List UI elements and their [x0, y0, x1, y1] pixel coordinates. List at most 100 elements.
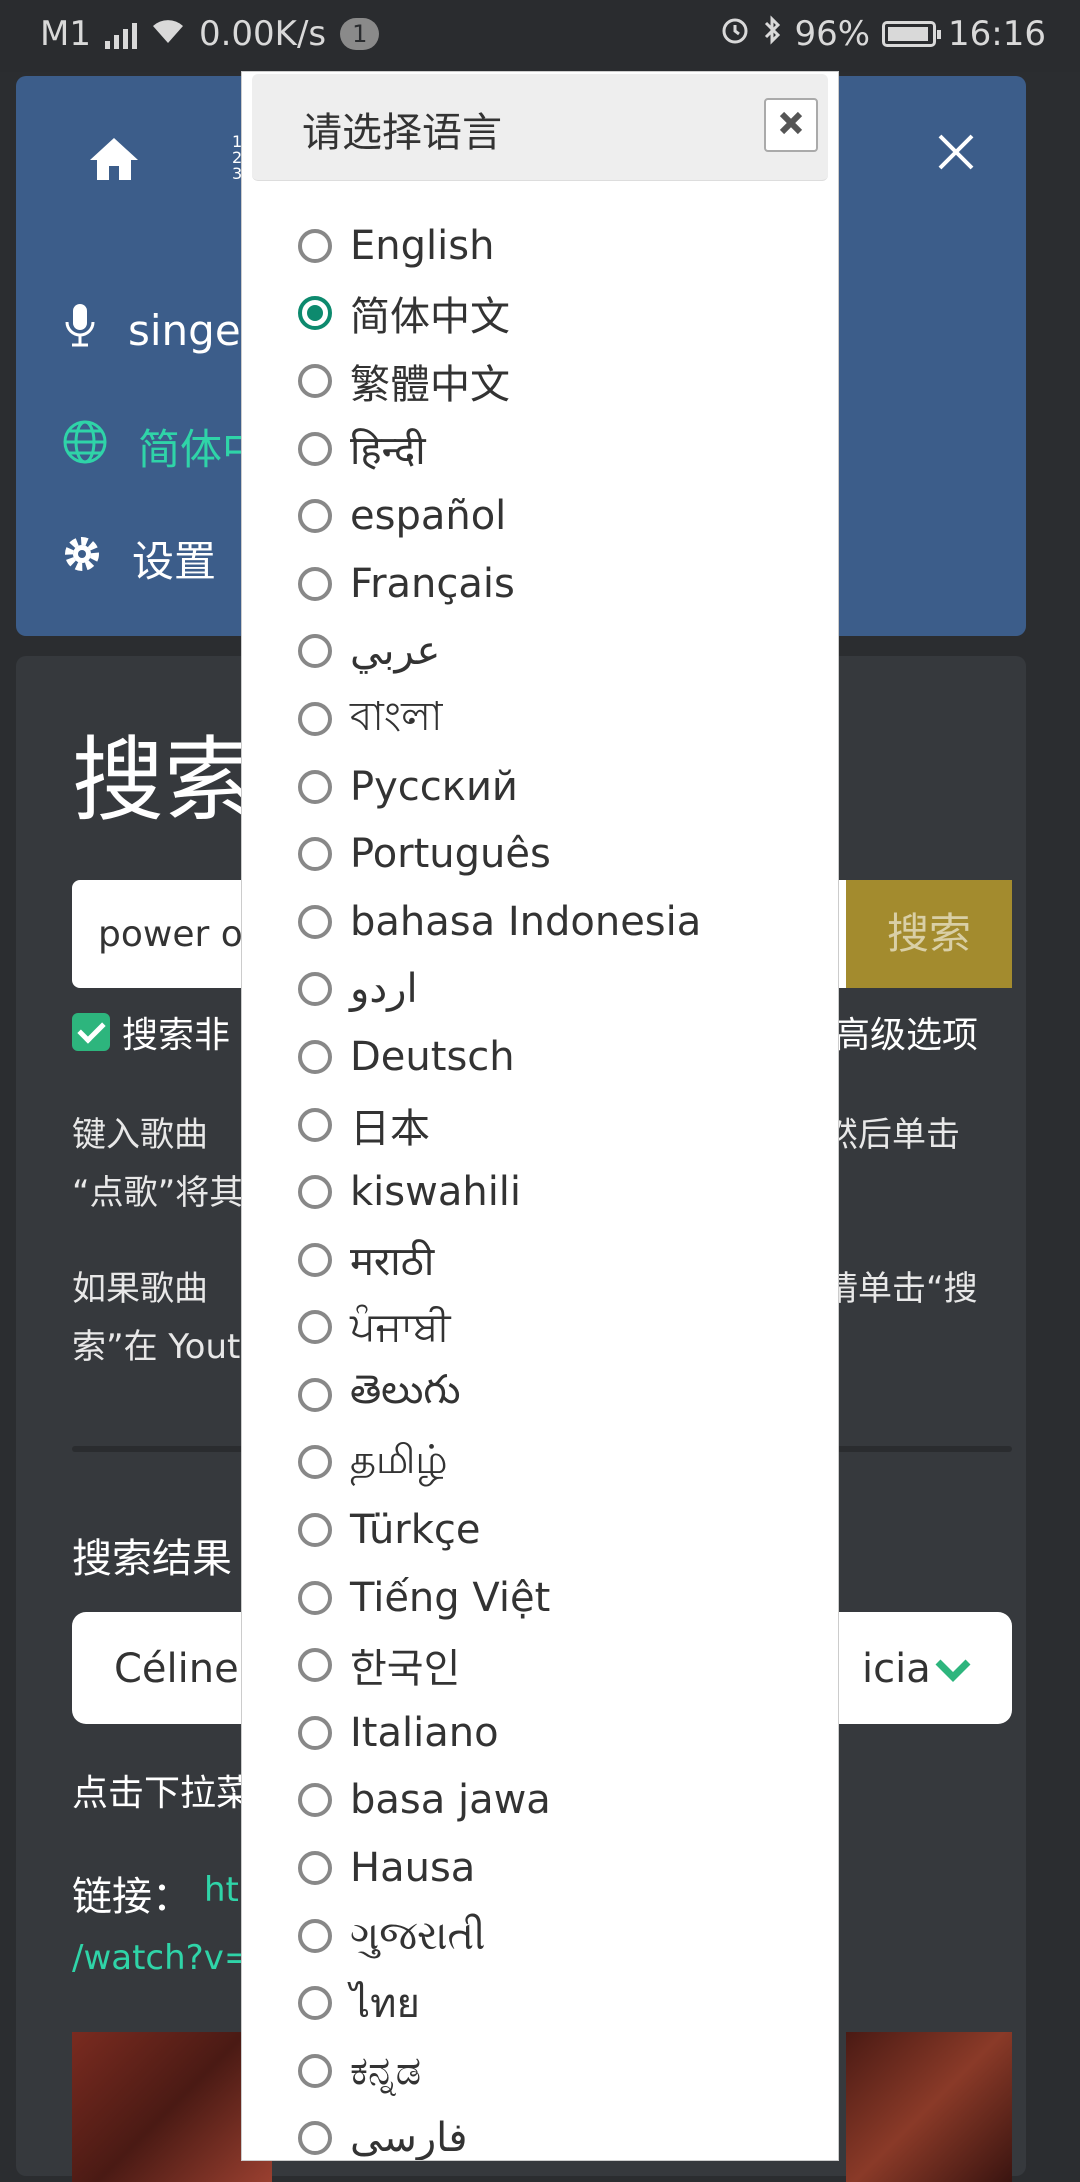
language-option[interactable]: 日本: [298, 1091, 701, 1159]
results-selected-text: Céline: [114, 1646, 239, 1692]
home-icon[interactable]: [88, 136, 140, 186]
language-radio[interactable]: [298, 837, 332, 872]
instruction-line: 如果歌曲: [72, 1269, 208, 1309]
language-radio[interactable]: [298, 1513, 332, 1548]
microphone-icon: [62, 302, 98, 358]
search-button[interactable]: 搜索: [846, 880, 1012, 988]
language-label: Türkçe: [350, 1507, 481, 1554]
language-option[interactable]: kiswahili: [298, 1158, 701, 1226]
language-radio[interactable]: [298, 972, 332, 1007]
instruction-line: “点歌”将其: [72, 1173, 244, 1213]
chevron-down-icon: [934, 1648, 972, 1694]
close-icon: [778, 110, 804, 140]
language-radio[interactable]: [298, 431, 332, 466]
language-option[interactable]: தமிழ்: [298, 1429, 701, 1497]
language-radio[interactable]: [298, 363, 332, 398]
language-option[interactable]: 繁體中文: [298, 347, 701, 415]
language-radio[interactable]: [298, 904, 332, 939]
language-option[interactable]: bahasa Indonesia: [298, 888, 701, 956]
language-radio[interactable]: [298, 1445, 332, 1480]
language-option[interactable]: 한국인: [298, 1631, 701, 1699]
search-checkbox[interactable]: [72, 1013, 110, 1051]
language-label: Hausa: [350, 1845, 476, 1892]
checkbox-label: 搜索非: [122, 1015, 231, 1056]
language-radio[interactable]: [298, 1107, 332, 1142]
language-option[interactable]: Português: [298, 820, 701, 888]
language-radio[interactable]: [298, 296, 332, 331]
language-option[interactable]: basa jawa: [298, 1767, 701, 1835]
language-radio[interactable]: [298, 1242, 332, 1277]
numbered-list-icon[interactable]: 123: [232, 134, 242, 182]
instruction-line: 键入歌曲: [72, 1115, 208, 1155]
language-label: Русский: [350, 763, 518, 810]
language-option[interactable]: ไทย: [298, 1969, 701, 2037]
language-option[interactable]: Русский: [298, 753, 701, 821]
status-bar: M1 0.00K/s 1 96% 16:16: [0, 0, 1080, 72]
language-label: ਪੰਜਾਬੀ: [350, 1304, 451, 1351]
language-option[interactable]: 简体中文: [298, 280, 701, 348]
language-label: తెలుగు: [350, 1366, 461, 1413]
alarm-icon: [720, 14, 750, 54]
language-radio[interactable]: [298, 1580, 332, 1615]
language-label: اردو: [350, 966, 418, 1013]
status-bar-right: 96% 16:16: [720, 14, 1046, 54]
language-radio[interactable]: [298, 701, 332, 736]
language-option[interactable]: Türkçe: [298, 1496, 701, 1564]
language-option[interactable]: Italiano: [298, 1699, 701, 1767]
language-option[interactable]: English: [298, 212, 701, 280]
language-option[interactable]: ਪੰਜਾਬੀ: [298, 1294, 701, 1362]
language-radio[interactable]: [298, 1039, 332, 1074]
language-option[interactable]: فارسی: [298, 2105, 701, 2160]
hint-text: 点击下拉菜: [72, 1773, 253, 1814]
language-radio[interactable]: [298, 1851, 332, 1886]
language-option[interactable]: Français: [298, 550, 701, 618]
language-radio[interactable]: [298, 228, 332, 263]
language-radio[interactable]: [298, 1783, 332, 1818]
nav-item-language[interactable]: 简体中: [62, 416, 264, 477]
close-icon[interactable]: [936, 132, 976, 176]
language-radio[interactable]: [298, 1986, 332, 2021]
language-radio[interactable]: [298, 1310, 332, 1345]
language-label: ગુજરાતી: [350, 1912, 486, 1959]
language-list: English 简体中文 繁體中文 हिन्दी español Français عربي…: [298, 212, 701, 2160]
video-link[interactable]: ht: [204, 1870, 239, 1910]
language-option[interactable]: español: [298, 482, 701, 550]
language-radio[interactable]: [298, 1918, 332, 1953]
language-option[interactable]: اردو: [298, 956, 701, 1024]
language-option[interactable]: ગુજરાતી: [298, 1902, 701, 1970]
instruction-line: 请单击“搜: [824, 1269, 978, 1309]
language-radio[interactable]: [298, 1715, 332, 1750]
language-radio[interactable]: [298, 1175, 332, 1210]
language-label: فارسی: [350, 2115, 468, 2160]
dialog-close-button[interactable]: [764, 98, 818, 152]
nav-item-singer[interactable]: singer: [62, 302, 258, 358]
language-option[interactable]: हिन्दी: [298, 415, 701, 483]
language-radio[interactable]: [298, 769, 332, 804]
language-radio[interactable]: [298, 1377, 332, 1412]
language-radio[interactable]: [298, 634, 332, 669]
language-label: español: [350, 493, 507, 540]
notification-badge: 1: [340, 18, 380, 50]
language-option[interactable]: తెలుగు: [298, 1361, 701, 1429]
language-radio[interactable]: [298, 2121, 332, 2156]
language-label: Français: [350, 560, 515, 607]
advanced-option-row[interactable]: 高级选项: [834, 1006, 978, 1058]
instruction-line: 索”在 Yout: [72, 1327, 241, 1367]
language-option[interactable]: عربي: [298, 618, 701, 686]
language-label: Deutsch: [350, 1033, 515, 1080]
language-option[interactable]: मराठी: [298, 1226, 701, 1294]
language-radio[interactable]: [298, 566, 332, 601]
language-label: 한국인: [350, 1646, 461, 1693]
language-option[interactable]: Deutsch: [298, 1023, 701, 1091]
battery-icon: [882, 21, 942, 47]
nav-item-settings[interactable]: 设置: [62, 528, 216, 589]
language-option[interactable]: ಕನ್ನಡ: [298, 2037, 701, 2105]
language-radio[interactable]: [298, 1648, 332, 1683]
search-option-row[interactable]: 搜索非: [72, 1006, 230, 1058]
language-radio[interactable]: [298, 2053, 332, 2088]
language-option[interactable]: Tiếng Việt: [298, 1564, 701, 1632]
language-radio[interactable]: [298, 499, 332, 534]
language-option[interactable]: বাংলা: [298, 685, 701, 753]
language-option[interactable]: Hausa: [298, 1834, 701, 1902]
globe-icon: [62, 419, 108, 475]
